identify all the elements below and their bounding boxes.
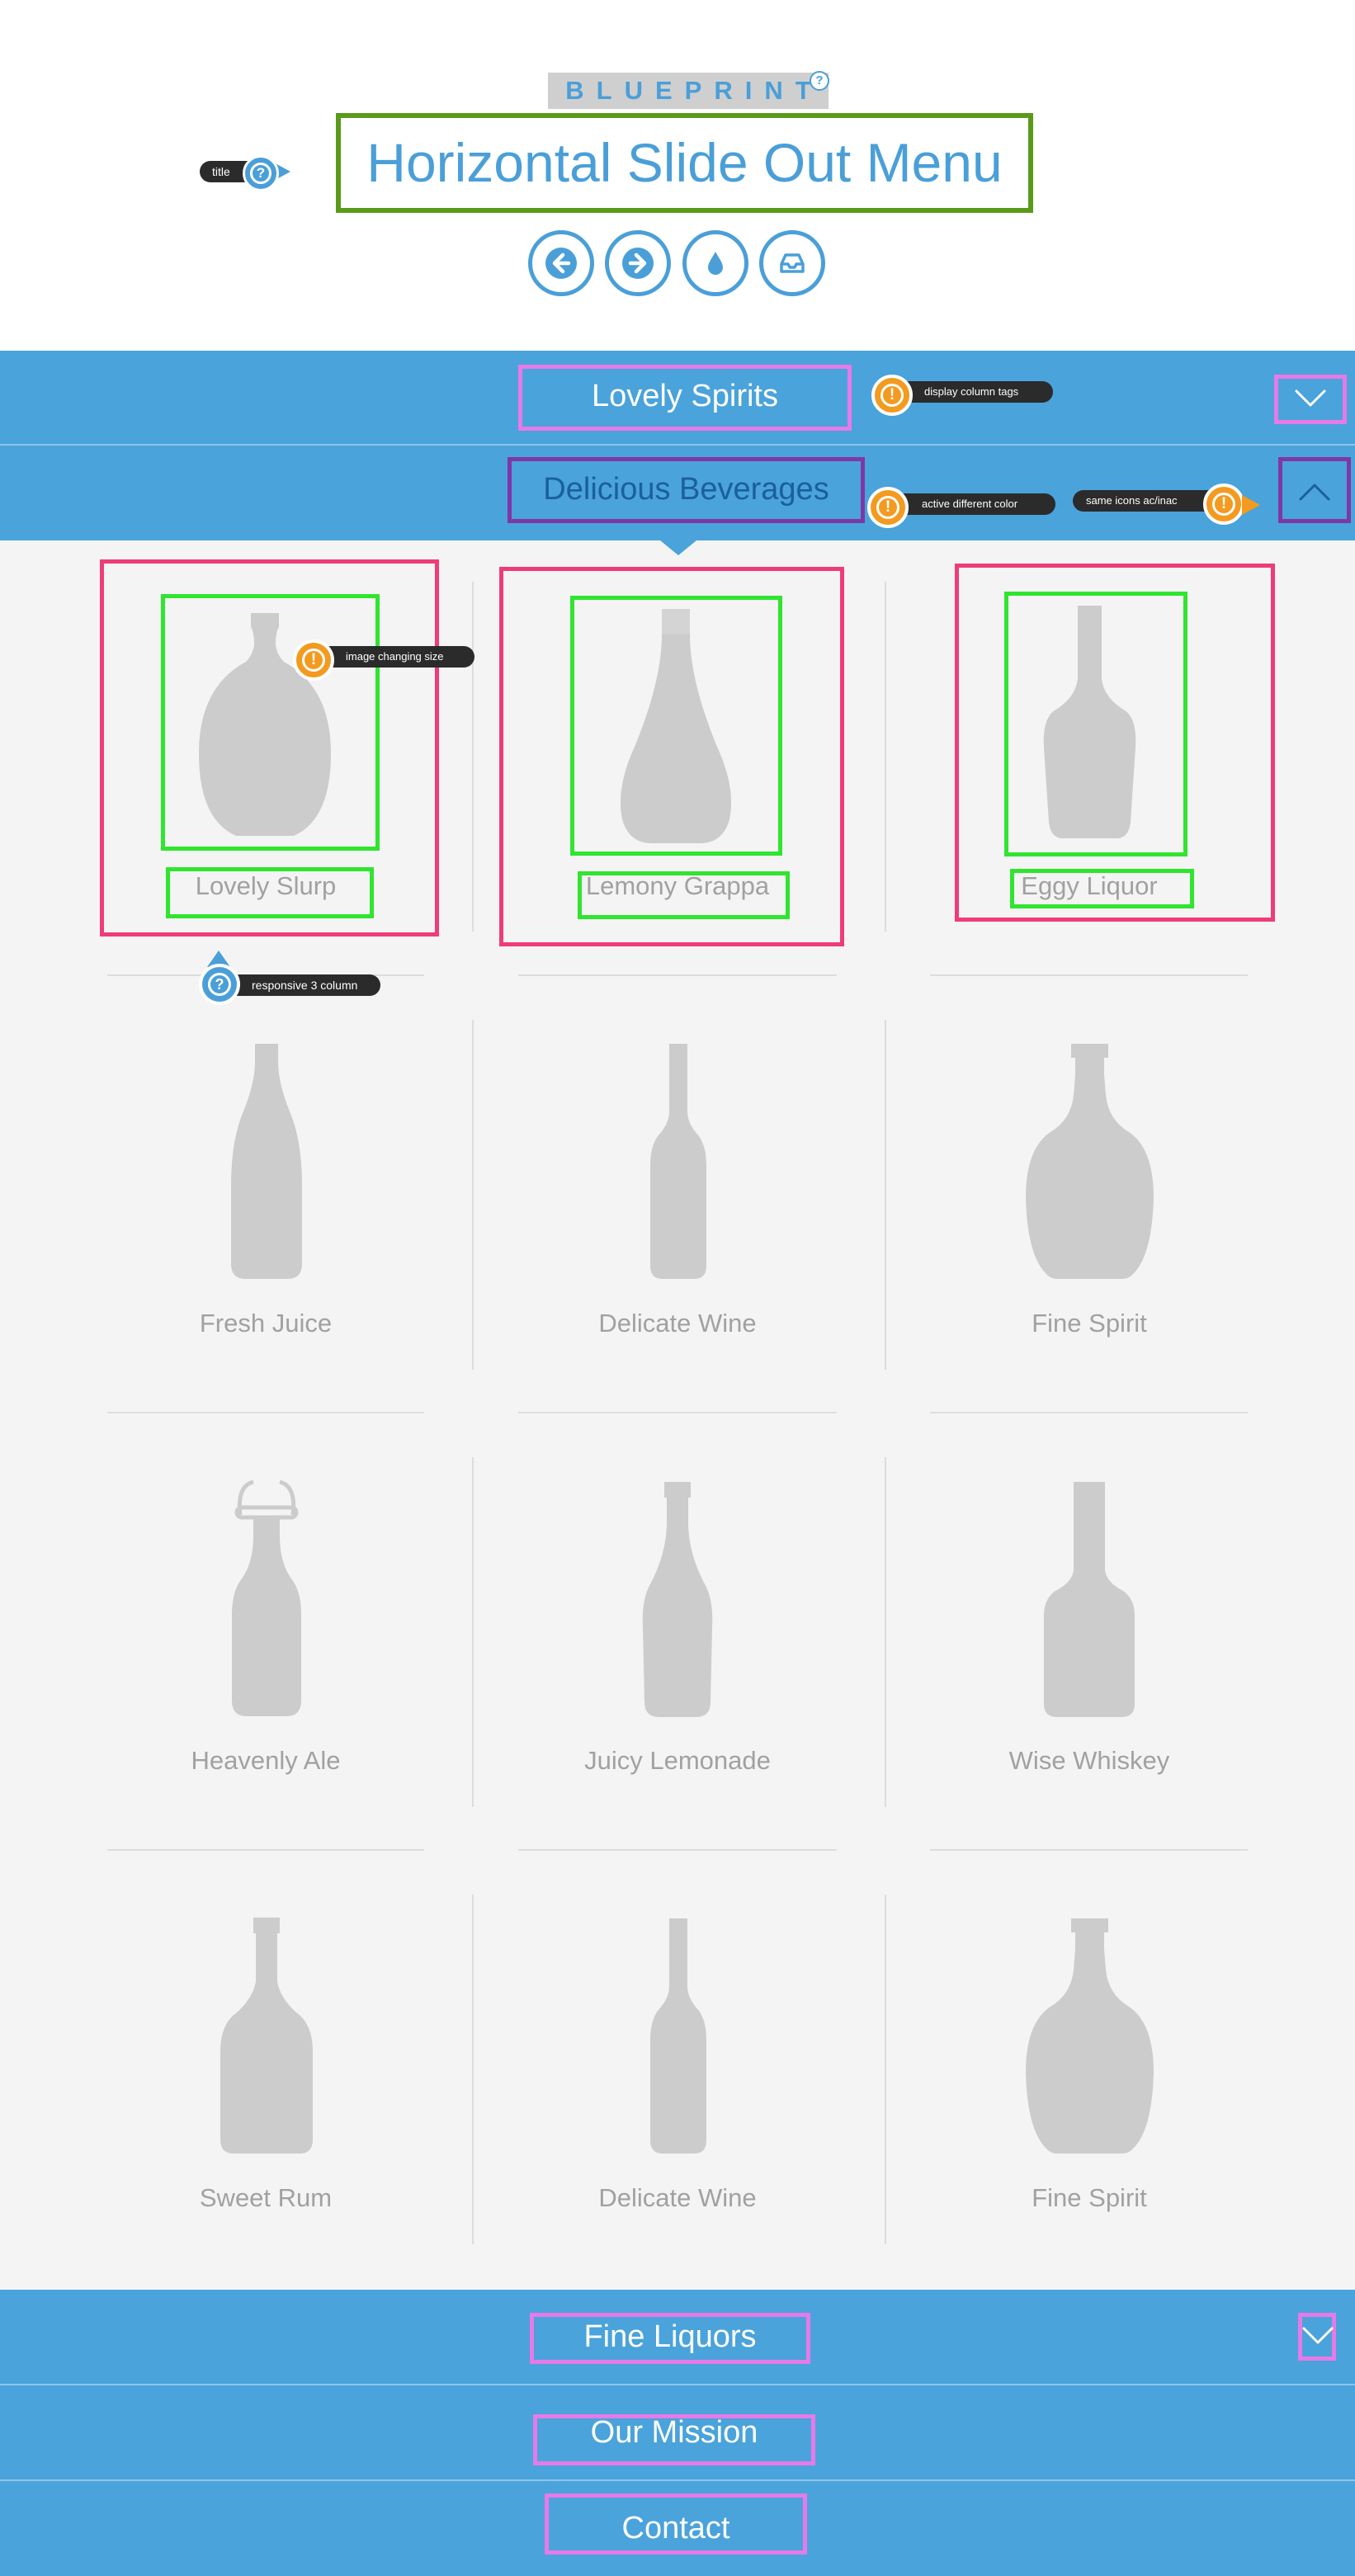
bottle-image-heavenly-ale[interactable] (229, 1478, 305, 1719)
warning-label: display column tags (896, 381, 1053, 403)
accordion-label: Lovely Spirits (592, 379, 778, 413)
brand-help-icon[interactable]: ? (810, 71, 829, 91)
row-divider (518, 1849, 837, 1851)
icon-state-warning[interactable]: same icons ac/inac ! (1073, 484, 1279, 526)
arrow-right-icon[interactable] (605, 230, 671, 296)
accordion-label: Our Mission (590, 2415, 758, 2450)
warning-label: active different color (892, 493, 1055, 515)
accordion-bar-delicious-beverages[interactable]: Delicious Beverages active different col… (0, 446, 1355, 540)
product-name: Lovely Slurp (195, 871, 337, 900)
warning-icon: ! (867, 487, 909, 528)
help-label: responsive 3 column (224, 974, 380, 996)
bottle-image-lemony-grappa[interactable] (614, 606, 738, 846)
bottle-image-fresh-juice[interactable] (228, 1041, 305, 1281)
row-divider (930, 1849, 1248, 1851)
row-divider (518, 1412, 837, 1413)
row-divider (930, 974, 1248, 976)
product-name: Fresh Juice (199, 1309, 333, 1338)
accordion-label-active: Delicious Beverages (543, 472, 829, 507)
warning-label: image changing size (318, 646, 474, 668)
bottle-image-eggy-liquor[interactable] (1038, 603, 1141, 842)
warning-icon: ! (1203, 484, 1244, 525)
accordion-label: Fine Liquors (583, 2319, 757, 2354)
product-name: Delicate Wine (598, 1309, 757, 1338)
bottle-image-fine-spirit[interactable] (1022, 1041, 1158, 1281)
row-divider (107, 1849, 424, 1851)
warning-icon: ! (871, 375, 913, 416)
bottle-image-delicate-wine[interactable] (648, 1916, 709, 2155)
header-icon-row (528, 230, 825, 298)
row-divider (518, 974, 837, 976)
column-tags-warning[interactable]: display column tags ! (871, 375, 1061, 418)
accordion-bar-contact[interactable]: Contact (0, 2481, 1355, 2576)
bottle-image-delicate-wine[interactable] (648, 1041, 709, 1281)
help-icon: ? (199, 964, 240, 1005)
page-title: Horizontal Slide Out Menu (366, 132, 1003, 193)
brand-logo: BLUEPRINT (565, 76, 824, 105)
chevron-down-icon[interactable] (1294, 389, 1327, 408)
row-divider (930, 1412, 1248, 1413)
inbox-icon[interactable] (759, 230, 825, 296)
product-name: Fine Spirit (1032, 1309, 1147, 1338)
bottle-image-fine-spirit[interactable] (1022, 1916, 1158, 2155)
brand-logo-backdrop: BLUEPRINT (548, 73, 829, 109)
bottle-image-juicy-lemonade[interactable] (638, 1479, 717, 1719)
row-divider (107, 1412, 424, 1413)
accordion-bar-lovely-spirits[interactable]: Lovely Spirits display column tags ! (0, 351, 1355, 445)
active-pointer (660, 540, 696, 555)
accordion-label: Contact (621, 2511, 730, 2545)
product-name: Wise Whiskey (1008, 1746, 1170, 1775)
chevron-up-icon[interactable] (1298, 482, 1331, 502)
drop-icon[interactable] (682, 230, 748, 296)
help-icon: ? (243, 155, 279, 191)
product-name: Juicy Lemonade (584, 1746, 771, 1775)
accordion-bar-our-mission[interactable]: Our Mission (0, 2385, 1355, 2479)
warning-label: same icons ac/inac (1073, 490, 1221, 512)
product-name: Delicate Wine (598, 2183, 757, 2212)
bottle-image-sweet-rum[interactable] (217, 1915, 316, 2156)
title-annotation-box: Horizontal Slide Out Menu (336, 113, 1033, 213)
product-name: Eggy Liquor (1021, 871, 1158, 900)
active-color-warning[interactable]: active different color ! (867, 487, 1057, 530)
warning-arrow (1242, 495, 1260, 515)
product-name: Lemony Grappa (585, 871, 770, 900)
accordion-bar-fine-liquors[interactable]: Fine Liquors (0, 2290, 1355, 2384)
arrow-left-icon[interactable] (528, 230, 594, 296)
warning-icon: ! (293, 639, 334, 681)
product-name: Heavenly Ale (191, 1746, 341, 1775)
title-help-tag[interactable]: title ? (200, 155, 290, 191)
chevron-down-icon[interactable] (1301, 2326, 1334, 2346)
bottle-image-wise-whiskey[interactable] (1041, 1479, 1138, 1719)
product-name: Fine Spirit (1032, 2183, 1147, 2212)
image-size-warning[interactable]: image changing size ! (293, 639, 483, 682)
product-name: Sweet Rum (199, 2183, 333, 2212)
responsive-help-tag[interactable]: responsive 3 column ? (199, 951, 389, 1008)
